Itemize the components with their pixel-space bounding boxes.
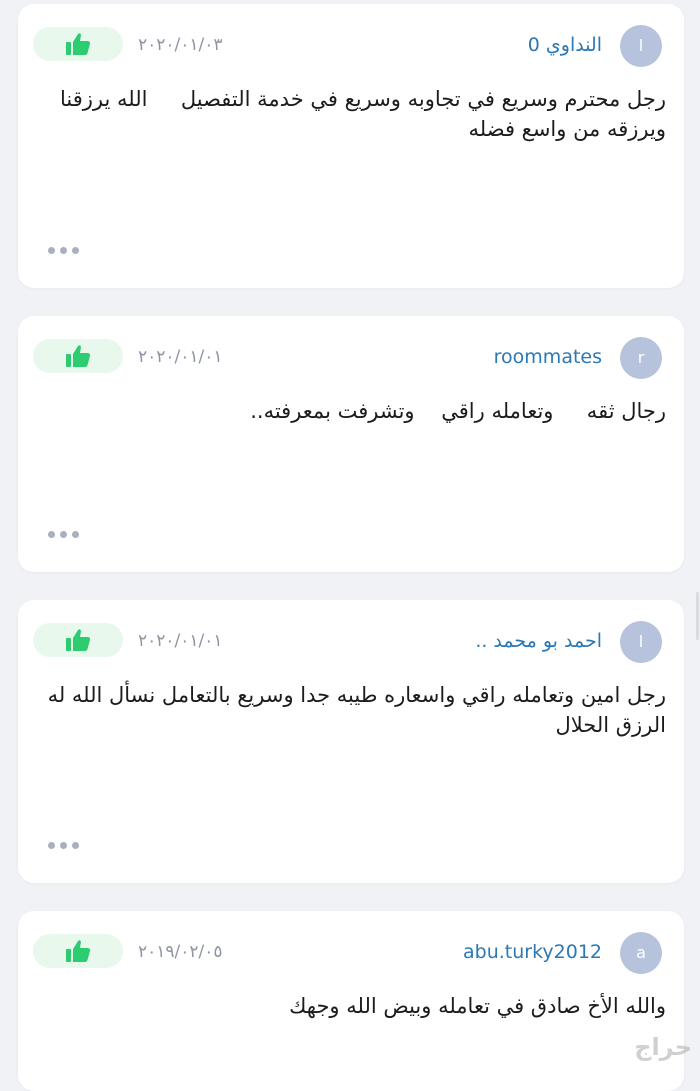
thumbs-up-icon: [66, 33, 91, 55]
review-card: r roommates ٢٠٢٠/٠١/٠١ رجال ثقه وتعامله …: [18, 316, 684, 572]
more-dots-icon[interactable]: [48, 247, 79, 254]
avatar[interactable]: a: [620, 932, 662, 974]
more-dots-icon[interactable]: [48, 531, 79, 538]
review-card: a abu.turky2012 ٢٠١٩/٠٢/٠٥ والله الأخ صا…: [18, 911, 684, 1091]
review-date: ٢٠٢٠/٠١/٠١: [138, 631, 223, 651]
review-card: ا احمد بو محمد .. ٢٠٢٠/٠١/٠١ رجل امين وت…: [18, 600, 684, 883]
avatar[interactable]: ا: [620, 25, 662, 67]
review-text: رجال ثقه وتعامله راقي وتشرفت بمعرفته..: [250, 399, 666, 423]
review-date: ٢٠١٩/٠٢/٠٥: [138, 942, 223, 962]
review-username[interactable]: roommates: [494, 346, 602, 368]
like-button[interactable]: [33, 27, 123, 61]
review-username[interactable]: abu.turky2012: [463, 941, 602, 963]
more-dots-icon[interactable]: [48, 842, 79, 849]
watermark-logo: حراج: [634, 1033, 692, 1061]
review-text: والله الأخ صادق في تعامله وبيض الله وجهك: [289, 994, 666, 1018]
thumbs-up-icon: [66, 629, 91, 651]
review-username[interactable]: النداوي 0: [528, 34, 602, 56]
thumbs-up-icon: [66, 345, 91, 367]
scrollbar-thumb[interactable]: [696, 592, 699, 640]
avatar[interactable]: ا: [620, 621, 662, 663]
like-button[interactable]: [33, 934, 123, 968]
like-button[interactable]: [33, 623, 123, 657]
thumbs-up-icon: [66, 940, 91, 962]
review-text: رجل محترم وسريع في تجاوبه وسريع في خدمة …: [53, 87, 666, 141]
review-card: ا النداوي 0 ٢٠٢٠/٠١/٠٣ رجل محترم وسريع ف…: [18, 4, 684, 288]
review-date: ٢٠٢٠/٠١/٠٣: [138, 35, 223, 55]
like-button[interactable]: [33, 339, 123, 373]
review-date: ٢٠٢٠/٠١/٠١: [138, 347, 223, 367]
review-text: رجل امين وتعامله راقي واسعاره طيبه جدا و…: [40, 683, 666, 737]
avatar[interactable]: r: [620, 337, 662, 379]
review-username[interactable]: احمد بو محمد ..: [475, 630, 602, 652]
